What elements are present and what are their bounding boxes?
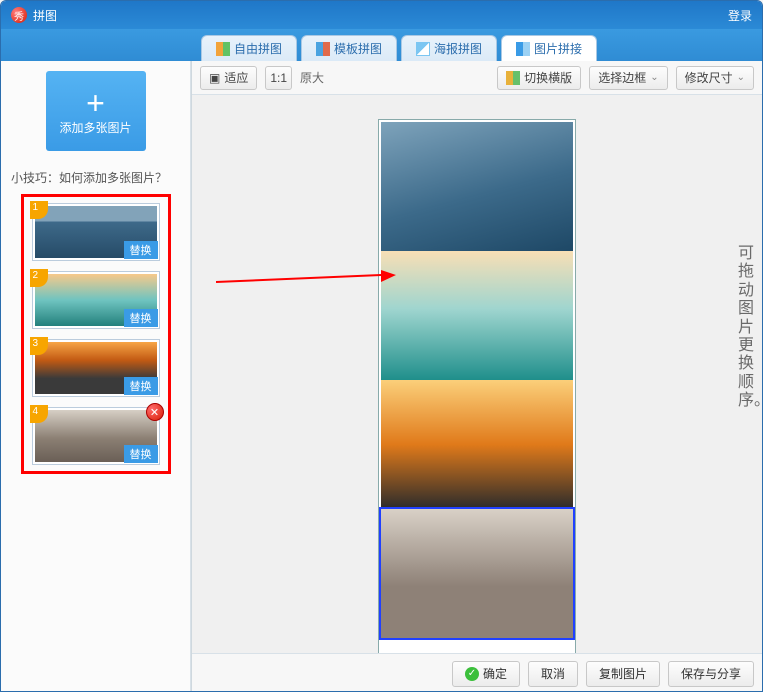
- login-link[interactable]: 登录: [728, 7, 752, 24]
- zoom-1to1-button[interactable]: 1:1: [265, 66, 292, 90]
- chevron-down-icon: ⌄: [650, 72, 658, 83]
- thumbnail-number: 3: [30, 337, 48, 355]
- poster-icon: [416, 42, 430, 56]
- main-area: ▣ 适应 1:1 原大 切换横版 选择边框 ⌄ 修改尺寸 ⌄: [191, 61, 762, 692]
- thumbnail-item[interactable]: 3 替换: [32, 339, 160, 397]
- replace-button[interactable]: 替换: [124, 377, 158, 395]
- app-window: 秀 拼图 登录 自由拼图 模板拼图 海报拼图 图片拼接 + 添加多张图片: [0, 0, 763, 692]
- tab-label: 模板拼图: [334, 40, 382, 57]
- add-images-button[interactable]: + 添加多张图片: [46, 71, 146, 151]
- cancel-button[interactable]: 取消: [528, 661, 578, 687]
- stitched-canvas[interactable]: [378, 119, 576, 692]
- layout-icon: [506, 71, 520, 85]
- thumbnail-number: 4: [30, 405, 48, 423]
- canvas-panel[interactable]: [381, 380, 573, 509]
- window-title: 拼图: [33, 7, 57, 24]
- canvas-panel[interactable]: [381, 122, 573, 251]
- add-images-label: 添加多张图片: [59, 119, 131, 136]
- thumbnail-number: 2: [30, 269, 48, 287]
- ok-button[interactable]: ✓ 确定: [452, 661, 520, 687]
- thumbnail-item[interactable]: 1 替换: [32, 203, 160, 261]
- zoom-original-label: 原大: [300, 69, 324, 86]
- canvas-panel[interactable]: [381, 251, 573, 380]
- body: + 添加多张图片 小技巧：如何添加多张图片？ 1 替换 2 替换 3: [1, 61, 762, 692]
- tab-poster-collage[interactable]: 海报拼图: [401, 35, 497, 61]
- canvas-toolbar: ▣ 适应 1:1 原大 切换横版 选择边框 ⌄ 修改尺寸 ⌄: [192, 61, 762, 95]
- select-border-button[interactable]: 选择边框 ⌄: [589, 66, 667, 90]
- sidebar: + 添加多张图片 小技巧：如何添加多张图片？ 1 替换 2 替换 3: [1, 61, 191, 692]
- plus-icon: +: [86, 87, 105, 119]
- footer-bar: ✓ 确定 取消 复制图片 保存与分享: [192, 653, 762, 692]
- check-icon: ✓: [465, 667, 479, 681]
- thumbnail-item[interactable]: 4 ✕ 替换: [32, 407, 160, 465]
- tab-label: 图片拼接: [534, 40, 582, 57]
- tab-free-collage[interactable]: 自由拼图: [201, 35, 297, 61]
- thumbnail-number: 1: [30, 201, 48, 219]
- thumbnail-list: 1 替换 2 替换 3 替换 4 ✕ 替换: [21, 194, 171, 474]
- app-logo-icon: 秀: [11, 7, 27, 23]
- replace-button[interactable]: 替换: [124, 241, 158, 259]
- tab-image-stitch[interactable]: 图片拼接: [501, 35, 597, 61]
- resize-button[interactable]: 修改尺寸 ⌄: [676, 66, 754, 90]
- thumbnail-item[interactable]: 2 替换: [32, 271, 160, 329]
- canvas-panel-selected[interactable]: [381, 509, 573, 638]
- tip-text[interactable]: 小技巧：如何添加多张图片？: [11, 169, 167, 186]
- fit-icon: ▣: [209, 71, 220, 85]
- switch-layout-button[interactable]: 切换横版: [497, 66, 581, 90]
- template-icon: [316, 42, 330, 56]
- remove-thumbnail-button[interactable]: ✕: [146, 403, 164, 421]
- annotation-arrow-icon: [216, 270, 396, 290]
- drag-hint-text: 可拖动图片更换顺序。: [738, 245, 756, 411]
- save-share-button[interactable]: 保存与分享: [668, 661, 754, 687]
- chevron-down-icon: ⌄: [737, 72, 745, 83]
- tab-template-collage[interactable]: 模板拼图: [301, 35, 397, 61]
- collage-icon: [216, 42, 230, 56]
- title-bar: 秀 拼图 登录: [1, 1, 762, 29]
- replace-button[interactable]: 替换: [124, 445, 158, 463]
- copy-image-button[interactable]: 复制图片: [586, 661, 660, 687]
- canvas-area: 可拖动图片更换顺序。: [192, 95, 762, 692]
- replace-button[interactable]: 替换: [124, 309, 158, 327]
- zoom-fit-button[interactable]: ▣ 适应: [200, 66, 257, 90]
- tab-label: 海报拼图: [434, 40, 482, 57]
- tab-label: 自由拼图: [234, 40, 282, 57]
- stitch-icon: [516, 42, 530, 56]
- mode-tabs: 自由拼图 模板拼图 海报拼图 图片拼接: [1, 29, 762, 61]
